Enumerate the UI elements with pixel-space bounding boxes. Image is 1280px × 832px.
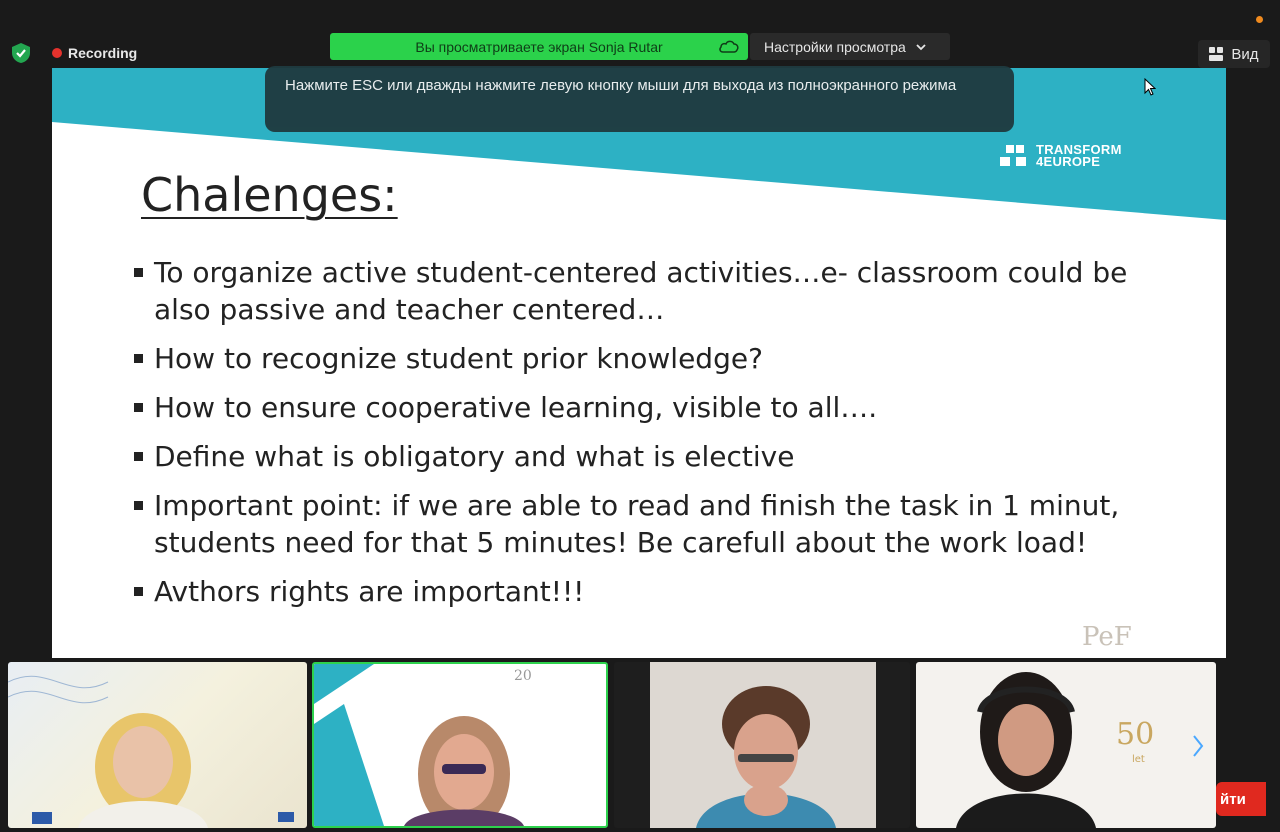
leave-button[interactable]: йти bbox=[1216, 782, 1266, 816]
bullet-text: Avthors rights are important!!! bbox=[154, 575, 585, 608]
recording-indicator: Recording bbox=[52, 45, 137, 61]
bullet-text: How to recognize student prior knowledge… bbox=[154, 342, 763, 375]
view-settings-dropdown[interactable]: Настройки просмотра bbox=[750, 33, 950, 60]
bullet-square-icon bbox=[134, 452, 143, 461]
toast-message: Нажмите ESC или дважды нажмите левую кно… bbox=[285, 77, 957, 94]
anniversary-badge-word: let bbox=[1132, 754, 1145, 765]
active-speaker-video-tile[interactable]: 20 bbox=[312, 662, 608, 828]
bullet-square-icon bbox=[134, 354, 143, 363]
chevron-down-icon bbox=[916, 43, 926, 50]
view-settings-label: Настройки просмотра bbox=[764, 38, 906, 55]
recording-label: Recording bbox=[68, 45, 138, 61]
anniversary-badge: 20 bbox=[514, 668, 532, 684]
bullet-item: How to recognize student prior knowledge… bbox=[132, 340, 1142, 377]
transform4europe-logo: TRANSFORM 4EUROPE bbox=[1000, 143, 1122, 169]
screen-share-window: { "top_bar": { "recording_label": "Recor… bbox=[0, 0, 1280, 832]
anniversary-badge: 50 bbox=[1116, 717, 1154, 752]
mouse-cursor-icon bbox=[1144, 78, 1156, 96]
view-button-label: Вид bbox=[1231, 45, 1259, 63]
participant-video-tile[interactable] bbox=[614, 662, 910, 828]
next-page-chevron-icon[interactable] bbox=[1186, 732, 1208, 760]
bullet-item: Avthors rights are important!!! bbox=[132, 573, 1142, 610]
bullet-text: Important point: if we are able to read … bbox=[154, 489, 1120, 559]
bullet-text: To organize active student-centered acti… bbox=[154, 256, 1128, 326]
bullet-square-icon bbox=[134, 587, 143, 596]
logo-squares-icon bbox=[1000, 145, 1026, 166]
participant-video-tile[interactable]: 50 let bbox=[916, 662, 1216, 828]
slide-title: Chalenges: bbox=[141, 168, 398, 222]
grid-view-icon bbox=[1209, 47, 1224, 61]
security-shield-icon[interactable] bbox=[10, 42, 32, 64]
participant-video-frame bbox=[8, 675, 294, 828]
bullet-square-icon bbox=[134, 268, 143, 277]
leave-button-label: йти bbox=[1220, 790, 1246, 808]
bullet-item: Define what is obligatory and what is el… bbox=[132, 438, 1142, 475]
share-banner-text: Вы просматриваете экран Sonja Rutar bbox=[415, 38, 663, 55]
participant-video-frame: 20 bbox=[314, 664, 532, 826]
bullet-item: How to ensure cooperative learning, visi… bbox=[132, 389, 1142, 426]
logo-text-line-2: 4EUROPE bbox=[1036, 154, 1101, 169]
participant-strip: 20 50 let йти bbox=[0, 658, 1280, 832]
participant-video-frame: 50 let bbox=[956, 672, 1154, 828]
notification-dot-icon bbox=[1256, 16, 1263, 23]
view-button[interactable]: Вид bbox=[1198, 40, 1270, 68]
bullet-text: Define what is obligatory and what is el… bbox=[154, 440, 795, 473]
screen-share-banner: Вы просматриваете экран Sonja Rutar bbox=[330, 33, 748, 60]
bullet-item: To organize active student-centered acti… bbox=[132, 254, 1142, 328]
cloud-icon bbox=[719, 40, 739, 53]
shared-slide: TRANSFORM 4EUROPE Chalenges: To organize… bbox=[52, 68, 1226, 660]
recording-dot-icon bbox=[52, 48, 62, 58]
participant-video-frame bbox=[650, 662, 876, 828]
bullet-text: How to ensure cooperative learning, visi… bbox=[154, 391, 878, 424]
bullet-item: Important point: if we are able to read … bbox=[132, 487, 1142, 561]
bullet-list: To organize active student-centered acti… bbox=[132, 254, 1142, 622]
participant-video-tile[interactable] bbox=[8, 662, 307, 828]
bullet-square-icon bbox=[134, 403, 143, 412]
bullet-square-icon bbox=[134, 501, 143, 510]
pef-logo: PeF bbox=[1082, 622, 1132, 652]
fullscreen-exit-toast: Нажмите ESC или дважды нажмите левую кно… bbox=[265, 66, 1014, 132]
